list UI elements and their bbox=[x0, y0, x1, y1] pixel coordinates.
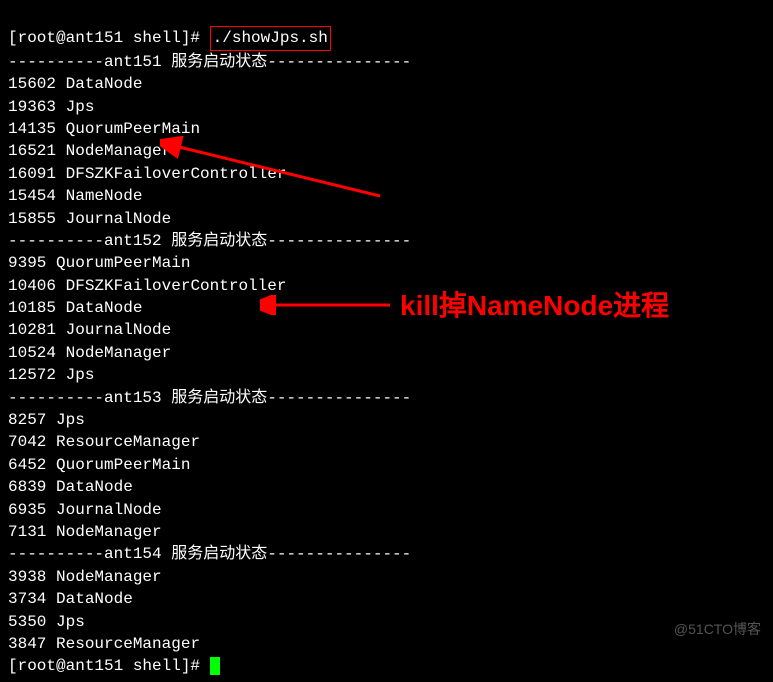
proc-line: 6935 JournalNode bbox=[8, 501, 162, 519]
proc-line: 9395 QuorumPeerMain bbox=[8, 254, 190, 272]
section-header: ----------ant151 服务启动状态--------------- bbox=[8, 53, 411, 71]
proc-line: 5350 Jps bbox=[8, 613, 85, 631]
section-header: ----------ant154 服务启动状态--------------- bbox=[8, 545, 411, 563]
proc-line: 6839 DataNode bbox=[8, 478, 133, 496]
proc-line: 10281 JournalNode bbox=[8, 321, 171, 339]
section-3: ----------ant154 服务启动状态--------------- 3… bbox=[8, 543, 765, 655]
proc-line: 6452 QuorumPeerMain bbox=[8, 456, 190, 474]
proc-line: 10185 DataNode bbox=[8, 299, 142, 317]
proc-line: 15855 JournalNode bbox=[8, 210, 171, 228]
proc-line: 10406 DFSZKFailoverController bbox=[8, 277, 286, 295]
proc-line: 3847 ResourceManager bbox=[8, 635, 200, 653]
annotation-text: kill掉NameNode进程 bbox=[400, 286, 669, 325]
proc-line: 7131 NodeManager bbox=[8, 523, 162, 541]
proc-line: 16091 DFSZKFailoverController bbox=[8, 165, 286, 183]
proc-line: 12572 Jps bbox=[8, 366, 94, 384]
section-header: ----------ant153 服务启动状态--------------- bbox=[8, 389, 411, 407]
shell-prompt-2[interactable]: [root@ant151 shell]# bbox=[8, 657, 220, 675]
proc-line: 3734 DataNode bbox=[8, 590, 133, 608]
watermark: @51CTO博客 bbox=[674, 620, 761, 640]
proc-line: 15454 NameNode bbox=[8, 187, 142, 205]
proc-line: 14135 QuorumPeerMain bbox=[8, 120, 200, 138]
command-highlight: ./showJps.sh bbox=[210, 26, 331, 50]
section-header: ----------ant152 服务启动状态--------------- bbox=[8, 232, 411, 250]
proc-line: 15602 DataNode bbox=[8, 75, 142, 93]
proc-line: 16521 NodeManager bbox=[8, 142, 171, 160]
proc-line: 19363 Jps bbox=[8, 98, 94, 116]
proc-line: 3938 NodeManager bbox=[8, 568, 162, 586]
proc-line: 7042 ResourceManager bbox=[8, 433, 200, 451]
section-2: ----------ant153 服务启动状态--------------- 8… bbox=[8, 387, 765, 544]
terminal-output: [root@ant151 shell]# ./showJps.sh ------… bbox=[0, 0, 773, 682]
proc-line: 8257 Jps bbox=[8, 411, 85, 429]
shell-prompt-1: [root@ant151 shell]# ./showJps.sh bbox=[8, 29, 331, 47]
section-0: ----------ant151 服务启动状态--------------- 1… bbox=[8, 51, 765, 230]
proc-line: 10524 NodeManager bbox=[8, 344, 171, 362]
cursor-icon bbox=[210, 657, 220, 675]
